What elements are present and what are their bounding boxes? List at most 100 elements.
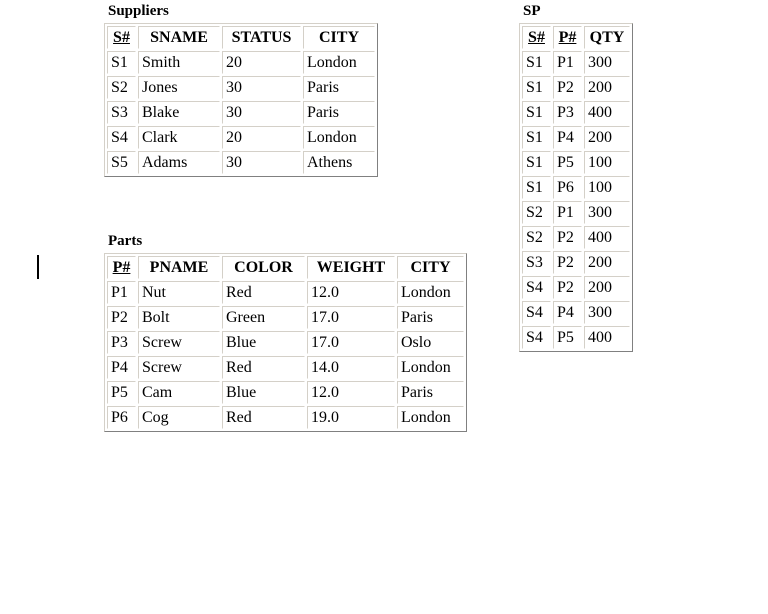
column-header-label: S#: [113, 29, 130, 46]
table-cell: S4: [107, 126, 136, 149]
table-cell: 100: [584, 176, 630, 199]
table-cell: Red: [222, 356, 305, 379]
table-cell: Nut: [138, 281, 220, 304]
table-cell: Paris: [303, 101, 375, 124]
column-header-p-number: P#: [107, 256, 136, 279]
sp-table: S# P# QTY S1 P1 300 S1 P2 200 S1 P3 400: [519, 23, 633, 352]
column-header-label: PNAME: [149, 259, 209, 276]
table-cell: London: [397, 406, 464, 429]
table-row: S1 P4 200: [522, 126, 630, 149]
text-cursor-caret: [37, 255, 39, 279]
table-cell: 300: [584, 51, 630, 74]
table-cell: S1: [522, 126, 551, 149]
table-row: S1 P2 200: [522, 76, 630, 99]
table-cell: P2: [553, 276, 582, 299]
table-cell: P5: [553, 326, 582, 349]
table-cell: London: [303, 51, 375, 74]
table-cell: S4: [522, 326, 551, 349]
table-cell: Cog: [138, 406, 220, 429]
table-cell: P1: [553, 51, 582, 74]
table-row: S1 P1 300: [522, 51, 630, 74]
table-cell: S1: [107, 51, 136, 74]
table-cell: Blue: [222, 381, 305, 404]
table-row: P6 Cog Red 19.0 London: [107, 406, 464, 429]
parts-table: P# PNAME COLOR WEIGHT CITY P1 Nut Red 12…: [104, 253, 467, 432]
table-cell: P2: [553, 251, 582, 274]
table-row: P3 Screw Blue 17.0 Oslo: [107, 331, 464, 354]
table-cell: S4: [522, 276, 551, 299]
table-row: P5 Cam Blue 12.0 Paris: [107, 381, 464, 404]
table-header-row: S# SNAME STATUS CITY: [107, 26, 375, 49]
table-cell: 12.0: [307, 281, 395, 304]
column-header-p-number: P#: [553, 26, 582, 49]
table-cell: London: [397, 356, 464, 379]
column-header-label: S#: [528, 29, 545, 46]
sp-table-title: SP: [523, 3, 541, 19]
table-cell: Athens: [303, 151, 375, 174]
table-cell: P4: [107, 356, 136, 379]
table-cell: 20: [222, 51, 301, 74]
table-row: S4 P5 400: [522, 326, 630, 349]
column-header-city: CITY: [303, 26, 375, 49]
table-cell: P2: [553, 76, 582, 99]
table-cell: S1: [522, 76, 551, 99]
column-header-pname: PNAME: [138, 256, 220, 279]
table-cell: Paris: [397, 381, 464, 404]
table-cell: S5: [107, 151, 136, 174]
table-cell: S2: [107, 76, 136, 99]
table-cell: S1: [522, 176, 551, 199]
table-cell: 12.0: [307, 381, 395, 404]
table-cell: S2: [522, 201, 551, 224]
table-cell: Paris: [303, 76, 375, 99]
table-cell: S1: [522, 151, 551, 174]
column-header-color: COLOR: [222, 256, 305, 279]
column-header-weight: WEIGHT: [307, 256, 395, 279]
table-cell: P4: [553, 126, 582, 149]
table-cell: P1: [553, 201, 582, 224]
table-cell: S1: [522, 101, 551, 124]
table-cell: P6: [553, 176, 582, 199]
table-cell: 400: [584, 101, 630, 124]
table-cell: P1: [107, 281, 136, 304]
table-cell: P4: [553, 301, 582, 324]
table-cell: P5: [553, 151, 582, 174]
table-cell: S1: [522, 51, 551, 74]
column-header-label: CITY: [410, 259, 451, 276]
table-cell: P5: [107, 381, 136, 404]
table-cell: S3: [107, 101, 136, 124]
parts-table-block: Parts P# PNAME COLOR WEIGHT CITY P1 Nut …: [104, 232, 467, 432]
table-cell: Blake: [138, 101, 220, 124]
sp-table-block: SP S# P# QTY S1 P1 300 S1 P2 200 S1 P3 4…: [519, 2, 633, 352]
table-cell: Cam: [138, 381, 220, 404]
table-cell: 30: [222, 151, 301, 174]
table-cell: 300: [584, 201, 630, 224]
table-cell: Screw: [138, 331, 220, 354]
table-row: S4 P2 200: [522, 276, 630, 299]
table-cell: 17.0: [307, 306, 395, 329]
column-header-s-number: S#: [522, 26, 551, 49]
table-row: P1 Nut Red 12.0 London: [107, 281, 464, 304]
column-header-label: CITY: [318, 29, 359, 46]
table-cell: Green: [222, 306, 305, 329]
column-header-label: STATUS: [231, 29, 292, 46]
table-cell: P6: [107, 406, 136, 429]
parts-table-body: P1 Nut Red 12.0 London P2 Bolt Green 17.…: [107, 281, 464, 429]
table-cell: 100: [584, 151, 630, 174]
table-cell: P3: [553, 101, 582, 124]
table-cell: 200: [584, 76, 630, 99]
suppliers-table: S# SNAME STATUS CITY S1 Smith 20 London …: [104, 23, 378, 177]
column-header-label: WEIGHT: [316, 259, 386, 276]
table-cell: 200: [584, 126, 630, 149]
table-cell: 200: [584, 276, 630, 299]
table-row: S2 P2 400: [522, 226, 630, 249]
table-cell: Smith: [138, 51, 220, 74]
table-row: S2 P1 300: [522, 201, 630, 224]
table-row: S3 P2 200: [522, 251, 630, 274]
table-cell: 30: [222, 101, 301, 124]
table-cell: 14.0: [307, 356, 395, 379]
sp-table-body: S1 P1 300 S1 P2 200 S1 P3 400 S1 P4 200 …: [522, 51, 630, 349]
column-header-status: STATUS: [222, 26, 301, 49]
table-cell: P2: [107, 306, 136, 329]
column-header-label: COLOR: [234, 259, 293, 276]
table-row: S4 Clark 20 London: [107, 126, 375, 149]
